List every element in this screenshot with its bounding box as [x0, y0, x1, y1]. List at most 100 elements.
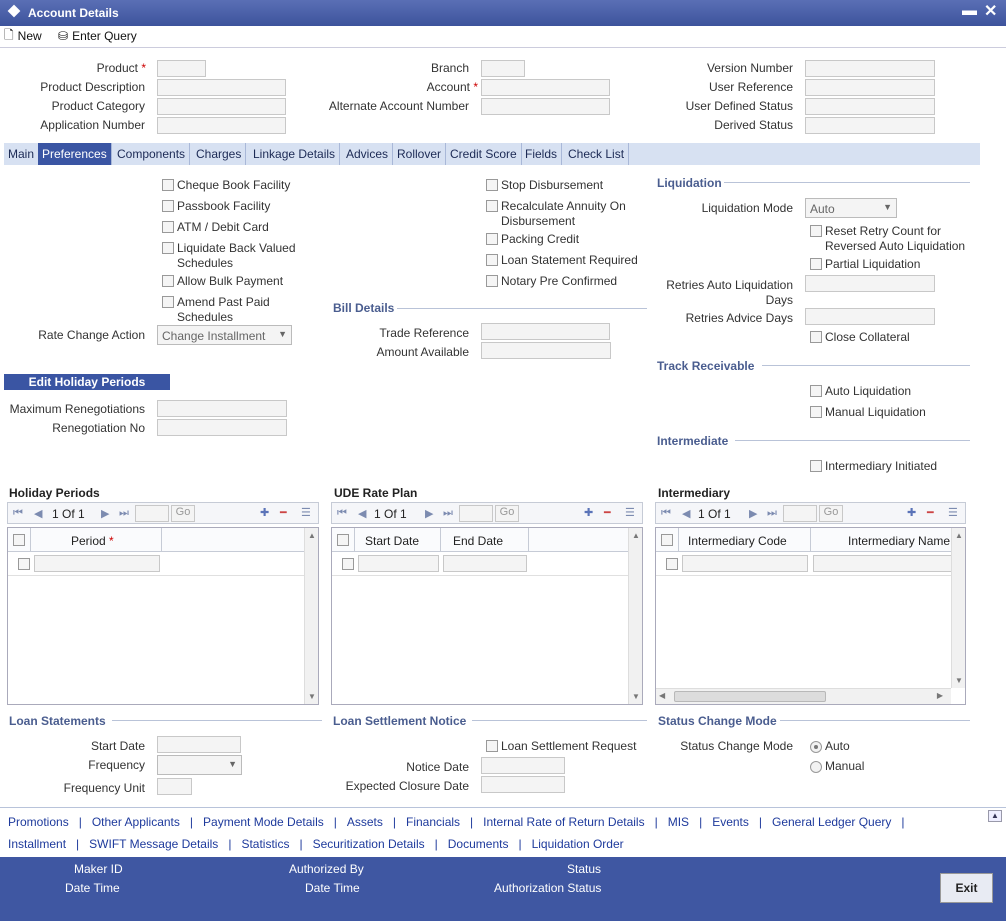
auto-liquidation-checkbox[interactable] — [810, 385, 822, 397]
row-checkbox[interactable] — [18, 558, 30, 570]
frequency-unit-field[interactable] — [157, 778, 192, 795]
internal-rate-of-return-link[interactable]: Internal Rate of Return Details — [483, 815, 644, 829]
minimize-icon[interactable]: ▬ — [962, 2, 977, 19]
status-auto-radio[interactable] — [810, 741, 822, 753]
first-page-icon[interactable]: ⏮ — [337, 507, 347, 520]
select-all-checkbox[interactable] — [661, 534, 673, 546]
scroll-up-icon[interactable]: ▲ — [632, 531, 640, 540]
select-all-checkbox[interactable] — [337, 534, 349, 546]
exit-button[interactable]: Exit — [940, 873, 993, 903]
last-page-icon[interactable]: ⏭ — [767, 507, 777, 520]
tab-credit-score[interactable]: Credit Score — [446, 143, 522, 165]
collapse-up-icon[interactable]: ▲ — [988, 810, 1002, 822]
go-button[interactable]: Go — [819, 505, 843, 522]
scroll-up-icon[interactable]: ▲ — [955, 531, 963, 540]
start-date-column-header[interactable]: Start Date — [365, 534, 419, 548]
tab-advices[interactable]: Advices — [342, 143, 394, 165]
trade-reference-field[interactable] — [481, 323, 610, 340]
renegotiation-no-field[interactable] — [157, 419, 287, 436]
rate-change-action-select[interactable]: Change Installment ▼ — [157, 325, 292, 345]
close-collateral-checkbox[interactable] — [810, 331, 822, 343]
delete-row-icon[interactable]: ━ — [927, 506, 934, 519]
retries-auto-liquidation-field[interactable] — [805, 275, 935, 292]
packing-credit-checkbox[interactable] — [486, 233, 498, 245]
amend-past-paid-checkbox[interactable] — [162, 296, 174, 308]
installment-link[interactable]: Installment — [8, 837, 66, 851]
row-checkbox[interactable] — [342, 558, 354, 570]
mis-link[interactable]: MIS — [668, 815, 689, 829]
allow-bulk-payment-checkbox[interactable] — [162, 275, 174, 287]
go-button[interactable]: Go — [495, 505, 519, 522]
single-view-icon[interactable]: ☰ — [625, 506, 635, 519]
assets-link[interactable]: Assets — [347, 815, 383, 829]
retries-advice-days-field[interactable] — [805, 308, 935, 325]
vertical-scrollbar[interactable]: ▲ ▼ — [951, 528, 965, 688]
alternate-account-number-field[interactable] — [481, 98, 610, 115]
page-input[interactable] — [135, 505, 169, 522]
prev-page-icon[interactable]: ◀ — [34, 507, 42, 520]
stop-disbursement-checkbox[interactable] — [486, 179, 498, 191]
period-column-header[interactable]: Period * — [71, 534, 114, 548]
close-icon[interactable]: ✕ — [984, 1, 997, 21]
derived-status-field[interactable] — [805, 117, 935, 134]
partial-liquidation-checkbox[interactable] — [810, 258, 822, 270]
product-description-field[interactable] — [157, 79, 286, 96]
select-all-checkbox[interactable] — [13, 534, 25, 546]
next-page-icon[interactable]: ▶ — [425, 507, 433, 520]
intermediary-code-column-header[interactable]: Intermediary Code — [688, 534, 787, 548]
manual-liquidation-checkbox[interactable] — [810, 406, 822, 418]
maximum-renegotiations-field[interactable] — [157, 400, 287, 417]
intermediary-initiated-checkbox[interactable] — [810, 460, 822, 472]
recalculate-annuity-checkbox[interactable] — [486, 200, 498, 212]
tab-main[interactable]: Main — [4, 143, 40, 165]
prev-page-icon[interactable]: ◀ — [358, 507, 366, 520]
vertical-scrollbar[interactable]: ▲ ▼ — [304, 528, 318, 704]
scroll-left-icon[interactable]: ◀ — [659, 691, 665, 700]
other-applicants-link[interactable]: Other Applicants — [92, 815, 180, 829]
scroll-down-icon[interactable]: ▼ — [955, 676, 963, 685]
add-row-icon[interactable]: ✚ — [260, 506, 269, 519]
tab-charges[interactable]: Charges — [192, 143, 247, 165]
enter-query-button[interactable]: ⛁ Enter Query — [58, 27, 137, 45]
statistics-link[interactable]: Statistics — [241, 837, 289, 851]
promotions-link[interactable]: Promotions — [8, 815, 69, 829]
single-view-icon[interactable]: ☰ — [301, 506, 311, 519]
liquidate-back-valued-checkbox[interactable] — [162, 242, 174, 254]
product-category-field[interactable] — [157, 98, 286, 115]
liquidation-order-link[interactable]: Liquidation Order — [532, 837, 624, 851]
vertical-scrollbar[interactable]: ▲ ▼ — [628, 528, 642, 704]
liquidation-mode-select[interactable]: Auto ▼ — [805, 198, 897, 218]
account-field[interactable] — [481, 79, 610, 96]
swift-message-details-link[interactable]: SWIFT Message Details — [89, 837, 218, 851]
atm-debit-card-checkbox[interactable] — [162, 221, 174, 233]
edit-holiday-periods-button[interactable]: Edit Holiday Periods — [4, 374, 170, 390]
status-manual-radio[interactable] — [810, 761, 822, 773]
tab-linkage-details[interactable]: Linkage Details — [249, 143, 341, 165]
passbook-checkbox[interactable] — [162, 200, 174, 212]
page-input[interactable] — [459, 505, 493, 522]
go-button[interactable]: Go — [171, 505, 195, 522]
end-date-column-header[interactable]: End Date — [453, 534, 503, 548]
next-page-icon[interactable]: ▶ — [101, 507, 109, 520]
next-page-icon[interactable]: ▶ — [749, 507, 757, 520]
reset-retry-count-checkbox[interactable] — [810, 225, 822, 237]
notice-date-field[interactable] — [481, 757, 565, 774]
loan-settlement-request-checkbox[interactable] — [486, 740, 498, 752]
intermediary-name-cell-input[interactable] — [813, 555, 951, 572]
tab-preferences[interactable]: Preferences — [38, 143, 112, 165]
user-defined-status-field[interactable] — [805, 98, 935, 115]
horizontal-scrollbar[interactable]: ◀ ▶ — [656, 688, 951, 704]
scroll-right-icon[interactable]: ▶ — [937, 691, 943, 700]
tab-rollover[interactable]: Rollover — [393, 143, 447, 165]
notary-pre-confirmed-checkbox[interactable] — [486, 275, 498, 287]
general-ledger-query-link[interactable]: General Ledger Query — [772, 815, 891, 829]
tab-check-list[interactable]: Check List — [564, 143, 630, 165]
scroll-up-icon[interactable]: ▲ — [308, 531, 316, 540]
first-page-icon[interactable]: ⏮ — [13, 507, 23, 520]
end-date-cell-input[interactable] — [443, 555, 527, 572]
version-number-field[interactable] — [805, 60, 935, 77]
tab-fields[interactable]: Fields — [521, 143, 563, 165]
prev-page-icon[interactable]: ◀ — [682, 507, 690, 520]
scroll-down-icon[interactable]: ▼ — [632, 692, 640, 701]
delete-row-icon[interactable]: ━ — [280, 506, 287, 519]
